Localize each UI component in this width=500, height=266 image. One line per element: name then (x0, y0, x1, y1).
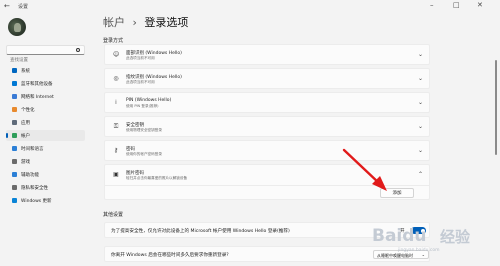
search-input[interactable] (7, 56, 67, 65)
sidebar-item[interactable]: 辅助功能 (6, 169, 85, 180)
chevron-down-icon[interactable]: ⌄ (418, 75, 423, 82)
sidebar-item-label: 应用 (21, 120, 30, 126)
baidu-jingyan-watermark: Baidu 经验 jingyan.baidu.com (372, 220, 494, 260)
sidebar-item[interactable]: 个性化 (6, 104, 85, 115)
system-icon (12, 68, 17, 73)
breadcrumb: 帐户 › 登录选项 (103, 14, 188, 30)
picture-icon: ▣ (113, 171, 119, 178)
game-icon (12, 159, 17, 164)
sidebar-item-label: Windows 更新 (21, 198, 52, 204)
page-title: 登录选项 (144, 16, 189, 29)
app-title: 设置 (18, 4, 29, 10)
clock-language-icon (12, 146, 17, 151)
sign-in-option-title: PIN (Windows Hello) (126, 98, 172, 103)
bluetooth-icon (12, 81, 17, 86)
sign-in-option-subtitle: 使用物理安全密钥登录 (126, 128, 162, 132)
fingerprint-icon: ◎ (113, 75, 119, 82)
chevron-down-icon[interactable]: ⌄ (418, 99, 423, 106)
sidebar-item-label: 辅助功能 (21, 172, 39, 178)
sidebar-item[interactable]: 隐私和安全性 (6, 182, 85, 193)
avatar[interactable] (8, 18, 26, 36)
sidebar-item-label: 游戏 (21, 159, 30, 165)
close-icon[interactable]: ✕ (477, 1, 483, 9)
sidebar-item[interactable]: 游戏 (6, 156, 85, 167)
apps-icon (12, 120, 17, 125)
maximize-icon[interactable]: □ (453, 1, 460, 9)
key-icon: ⚿ (113, 123, 119, 130)
chevron-up-icon[interactable]: ⌃ (418, 171, 423, 178)
chevron-down-icon[interactable]: ⌄ (418, 123, 423, 130)
shield-icon (12, 185, 17, 190)
update-icon (12, 198, 17, 203)
sign-in-option-card[interactable]: ◎ 指纹识别 (Windows Hello) 此选项当前不可用 ⌄ (104, 68, 430, 89)
network-icon (12, 94, 17, 99)
watermark-brand: Baidu (372, 226, 427, 246)
password-icon: ⚷ (113, 147, 119, 154)
require-sign-in-text: 你离开 Windows 后会在哪些时间多久后要求你重新登录? (111, 253, 229, 258)
search-box[interactable] (6, 45, 85, 65)
sidebar-item-label: 时间和语言 (21, 146, 44, 152)
breadcrumb-parent[interactable]: 帐户 (103, 16, 125, 29)
sidebar-item-label: 隐私和安全性 (21, 185, 48, 191)
sign-in-option-subtitle: 此选项当前不可用 (126, 56, 155, 60)
sign-in-option-card[interactable]: ⁞ PIN (Windows Hello) 使用 PIN 登录(推荐) ⌄ (104, 92, 430, 113)
sidebar-item-label: 个性化 (21, 107, 35, 113)
red-arrow-annotation (342, 148, 387, 191)
section-heading-additional: 其他设置 (103, 212, 124, 218)
sidebar-item[interactable]: 应用 (6, 117, 85, 128)
scrollbar[interactable] (495, 60, 497, 155)
sign-in-option-card[interactable]: ⚿ 安全密钥 使用物理安全密钥登录 ⌄ (104, 116, 430, 137)
search-icon[interactable] (76, 48, 80, 52)
sidebar-item[interactable]: 蓝牙和其他设备 (6, 78, 85, 89)
title-bar: ← 设置 – □ ✕ (0, 0, 500, 14)
watermark-suffix: 经验 (440, 228, 471, 246)
sidebar-item[interactable]: 网络和 Internet (6, 91, 85, 102)
chevron-down-icon[interactable]: ⌄ (418, 51, 423, 58)
sign-in-option-subtitle: 此选项当前不可用 (126, 80, 155, 84)
sidebar-item[interactable]: 时间和语言 (6, 143, 85, 154)
back-arrow-icon[interactable]: ← (4, 2, 10, 10)
minimize-icon[interactable]: – (430, 1, 434, 9)
hello-only-text: 为了提高安全性，仅允许对此设备上的 Microsoft 帐户使用 Windows… (111, 229, 290, 234)
sidebar-nav: 系统蓝牙和其他设备 网络和 Internet 个性化应用帐户时间和语言游戏辅助功能隐… (6, 65, 85, 208)
sidebar-item-label: 蓝牙和其他设备 (21, 81, 53, 87)
sign-in-option-subtitle: 使用 PIN 登录(推荐) (126, 104, 159, 108)
sidebar-item-label: 帐户 (21, 133, 30, 139)
face-icon: ☺ (113, 51, 120, 58)
sign-in-option-card[interactable]: ☺ 面部识别 (Windows Hello) 此选项当前不可用 ⌄ (104, 44, 430, 65)
pin-icon: ⁞ (115, 99, 117, 106)
sign-in-option-subtitle: 使用你的帐户密码登录 (126, 152, 162, 156)
sidebar-item-label: 网络和 Internet (21, 94, 54, 100)
watermark-url: jingyan.baidu.com (398, 248, 440, 253)
chevron-down-icon[interactable]: ⌄ (418, 147, 423, 154)
sidebar-item[interactable]: 系统 (6, 65, 85, 76)
sidebar-item[interactable]: 帐户 (6, 130, 85, 141)
breadcrumb-separator: › (132, 16, 137, 29)
brush-icon (12, 107, 17, 112)
sidebar-item[interactable]: Windows 更新 (6, 195, 85, 206)
picture-password-subtitle: 轻扫并点击你最喜爱的照片以解锁设备 (126, 176, 188, 180)
account-icon (12, 133, 17, 138)
sidebar-item-label: 系统 (21, 68, 30, 74)
section-heading-sign-in: 登录方式 (103, 38, 124, 44)
accessibility-icon (12, 172, 17, 177)
